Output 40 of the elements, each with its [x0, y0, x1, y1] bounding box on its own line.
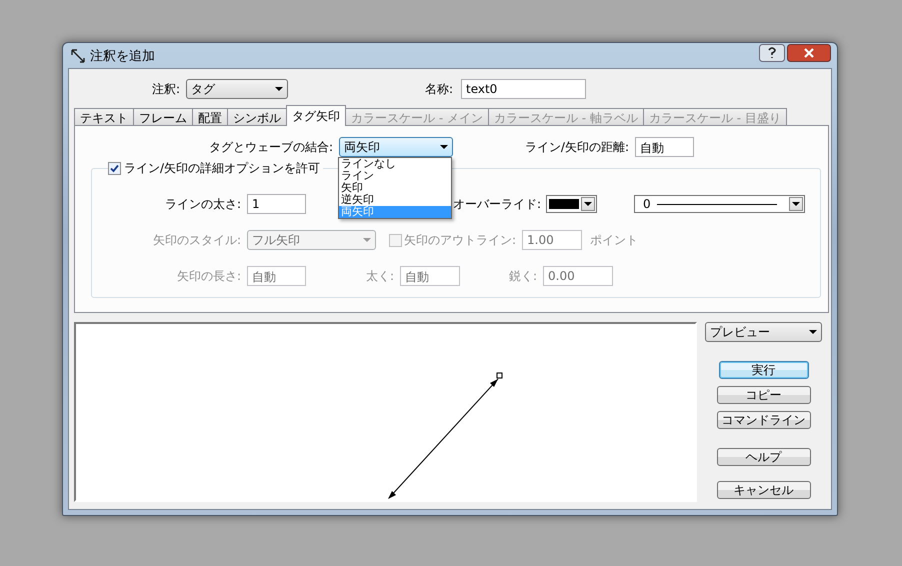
arrow-style-label: 矢印のスタイル: [152, 232, 241, 248]
color-picker[interactable] [546, 195, 598, 213]
advanced-options-label: ライン/矢印の詳細オプションを許可 [124, 160, 320, 177]
unit-label: ポイント [590, 232, 638, 248]
dropdown-option[interactable]: 矢印 [339, 182, 451, 194]
tab[interactable]: テキスト [74, 108, 134, 126]
dropdown-option[interactable]: ライン [339, 170, 451, 182]
preview-dropdown[interactable]: プレビュー [705, 322, 822, 342]
arrow-icon [70, 48, 86, 64]
annotation-label: 注釈: [150, 80, 180, 98]
tab[interactable]: シンボル [227, 108, 287, 126]
dialog-button[interactable]: キャンセル [716, 481, 810, 499]
window-title: 注釈を追加 [90, 48, 155, 64]
line-width-label: ラインの太さ: [164, 196, 241, 212]
sharp-label: 鋭く: [508, 268, 537, 284]
checkbox[interactable] [108, 162, 121, 175]
name-label: 名称: [424, 80, 453, 98]
distance-field[interactable]: 自動 [635, 137, 694, 157]
dialog-button[interactable]: コマンドライン [716, 411, 810, 429]
dropdown-option[interactable]: 逆矢印 [339, 194, 451, 206]
tab[interactable]: タグ矢印 [286, 105, 346, 126]
fat-label: 太く: [364, 268, 394, 284]
dialog-button[interactable]: コピー [716, 386, 810, 404]
join-label: タグとウェーブの結合: [208, 138, 333, 156]
tab[interactable]: フレーム [133, 108, 193, 126]
distance-label: ライン/矢印の距離: [524, 138, 629, 156]
help-icon[interactable] [759, 44, 785, 62]
annotation-dropdown[interactable]: タグ [186, 79, 288, 99]
line-style-dropdown[interactable]: 0 [634, 195, 806, 213]
arrow-outline-label: 矢印のアウトライン: [404, 232, 516, 248]
dialog-button[interactable]: 実行 [718, 361, 808, 379]
name-field[interactable]: text0 [461, 79, 586, 99]
dropdown-option[interactable]: ラインなし [339, 158, 451, 170]
join-dropdown[interactable]: 両矢印 [339, 137, 453, 157]
tab[interactable]: 配置 [192, 108, 228, 126]
close-icon[interactable] [787, 44, 831, 62]
override-label: オーバーライド: [453, 196, 542, 212]
arrow-length-label: 矢印の長さ: [176, 268, 241, 284]
dialog-button[interactable]: ヘルプ [716, 448, 810, 466]
line-width-field[interactable]: 1 [247, 194, 306, 214]
